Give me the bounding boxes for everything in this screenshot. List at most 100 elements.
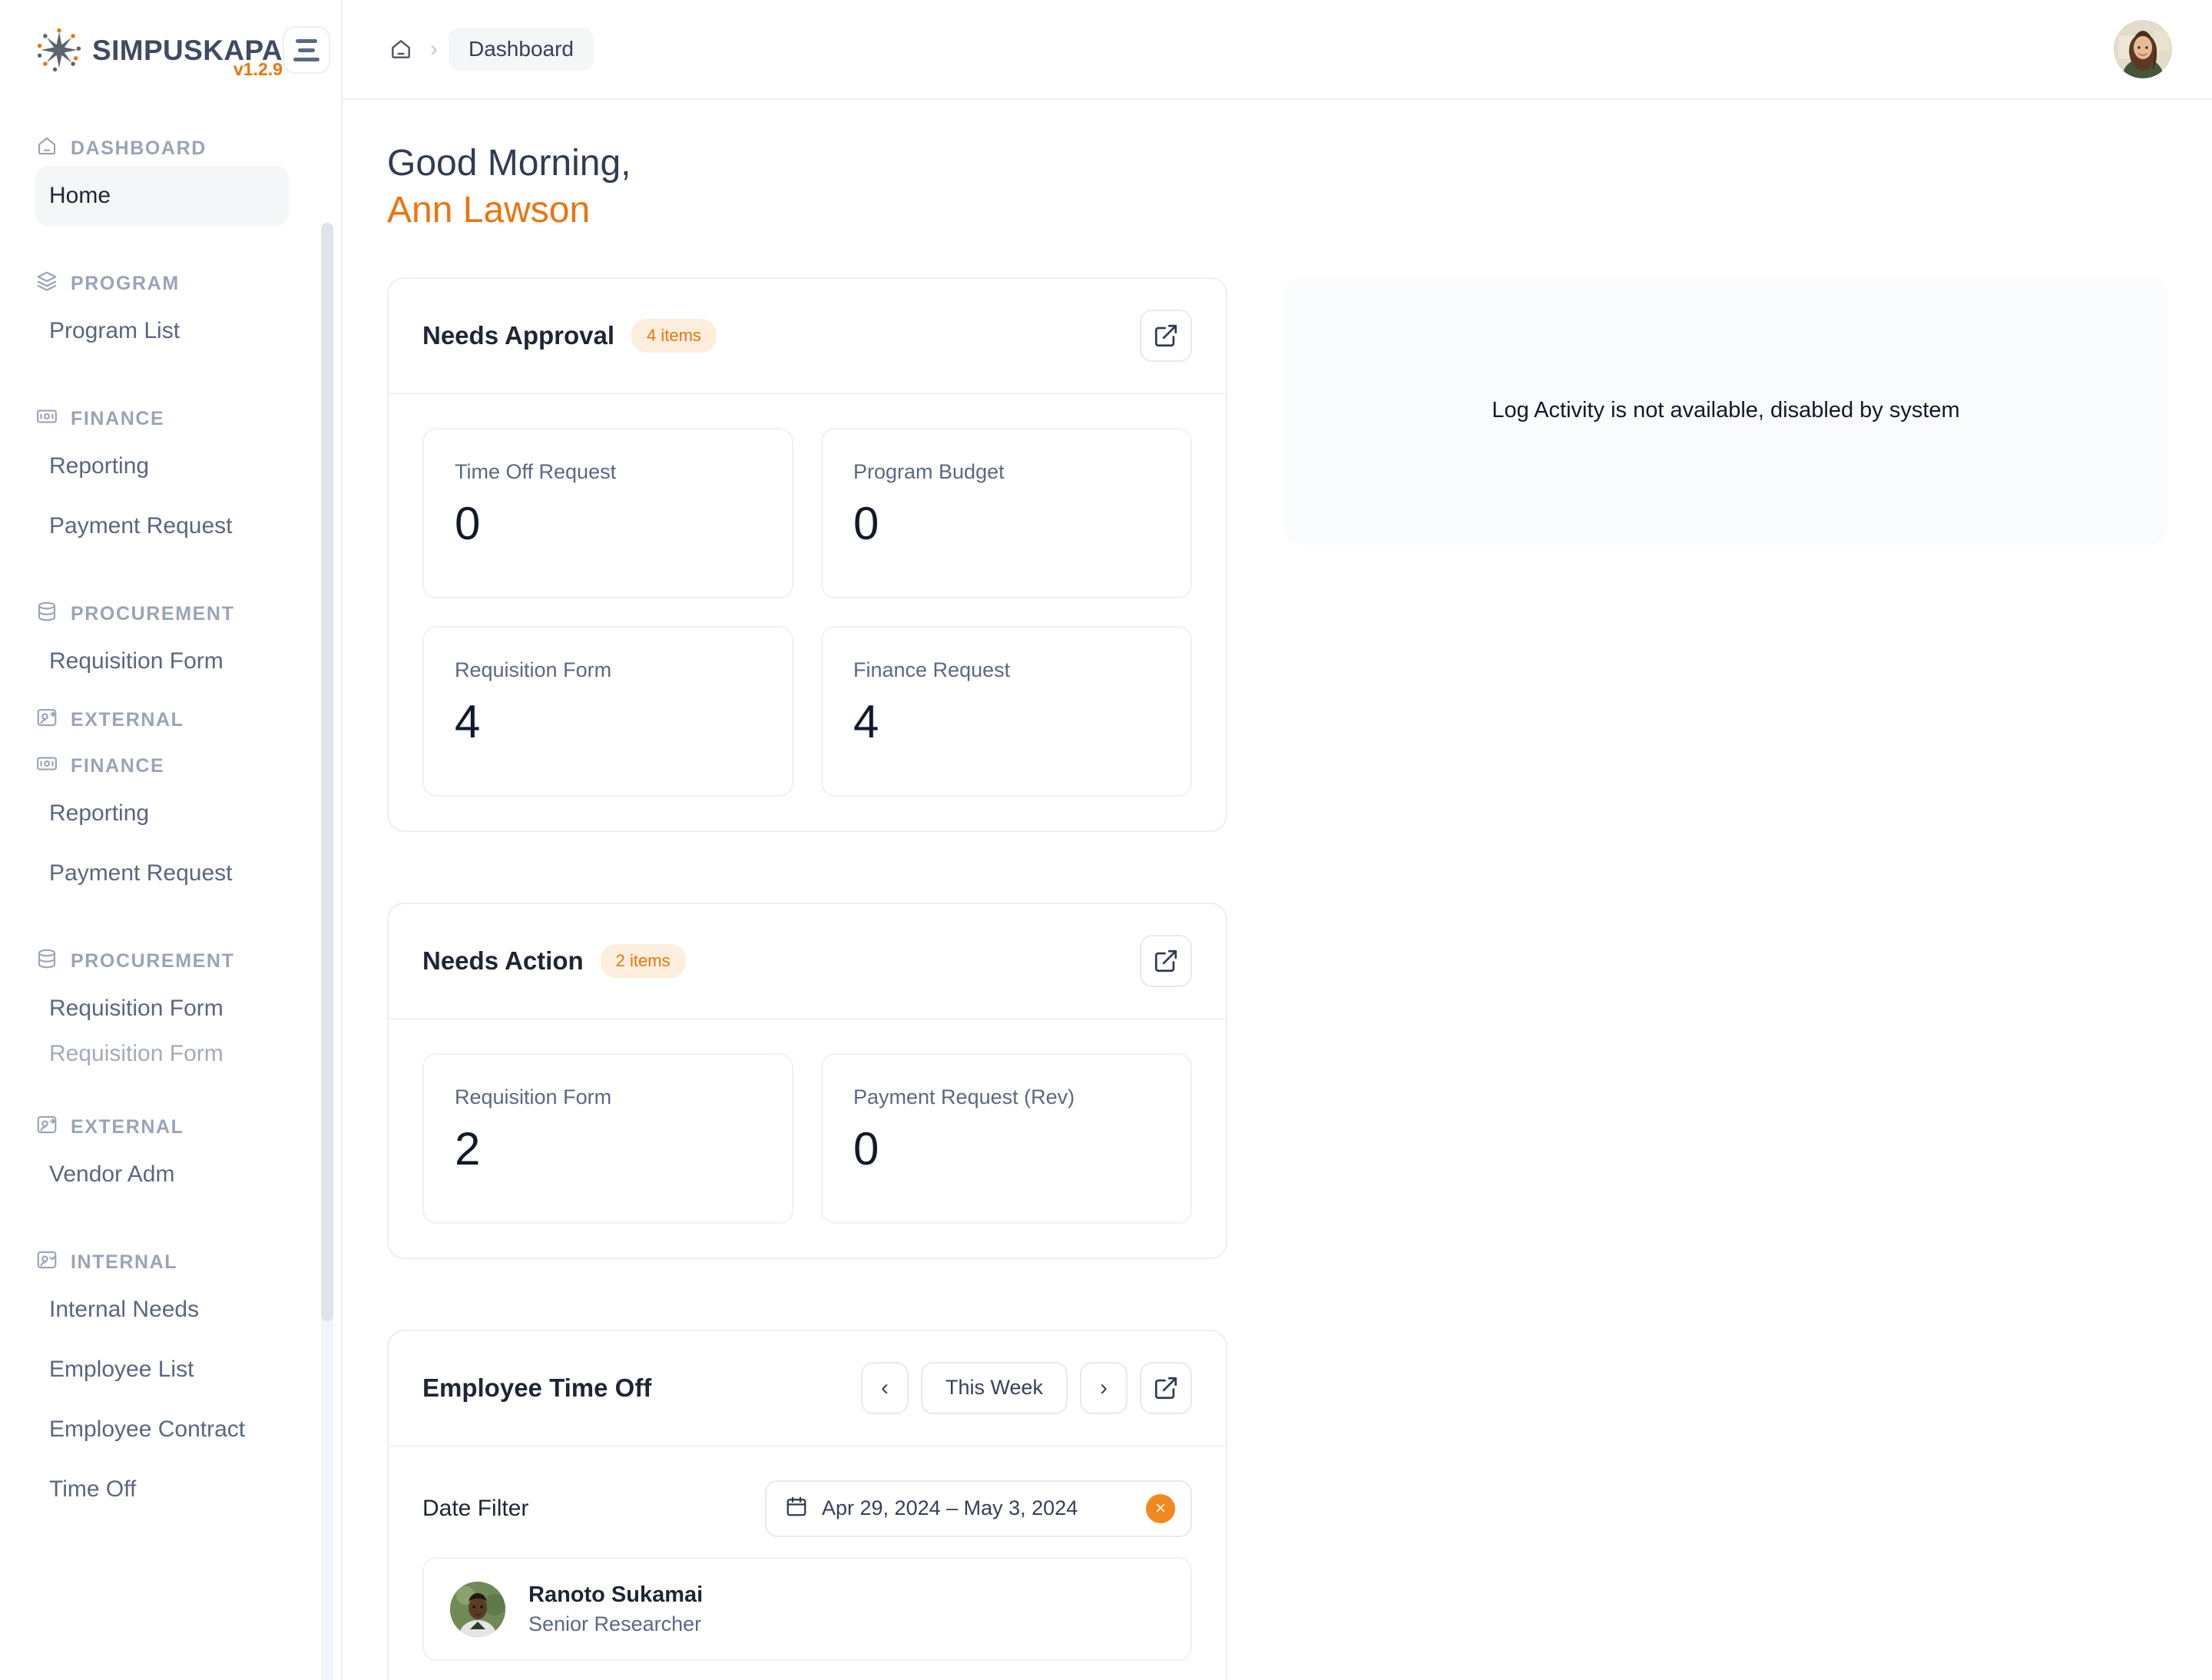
- card-actions: ‹ This Week ›: [860, 1361, 1192, 1414]
- sidebar-item-employee-contract-8-2[interactable]: Employee Contract: [35, 1400, 289, 1460]
- sidebar-toggle-button[interactable]: [282, 26, 330, 74]
- sidebar-item-payment-request-5-1[interactable]: Payment Request: [35, 843, 289, 903]
- sidebar-item-label: Requisition Form: [49, 648, 224, 674]
- nav-section-program-1: PROGRAM: [0, 266, 341, 301]
- sidebar-item-label: Vendor Adm: [49, 1161, 175, 1187]
- nav-section-procurement-6: PROCUREMENT: [0, 943, 341, 979]
- open-employee-time-off-button[interactable]: [1140, 1361, 1192, 1414]
- stat-tile[interactable]: Requisition Form 2: [422, 1052, 793, 1224]
- sidebar-item-label: Requisition Form: [49, 1041, 224, 1066]
- stat-tile-value: 0: [853, 497, 879, 549]
- layers-icon: [35, 270, 58, 298]
- nav-section-label: INTERNAL: [71, 1251, 178, 1273]
- stat-tile-label: Payment Request (Rev): [853, 1085, 1075, 1108]
- stat-tile-value: 4: [853, 695, 879, 747]
- user-export-icon: [35, 1113, 58, 1142]
- sidebar-item-requisition-form-6-1[interactable]: Requisition Form: [35, 1039, 289, 1069]
- topbar: › Dashboard: [343, 0, 2212, 100]
- sidebar-item-label: Payment Request: [49, 513, 233, 538]
- sidebar-item-label: Program List: [49, 318, 180, 343]
- stat-tile-value: 4: [455, 695, 481, 747]
- stat-tile[interactable]: Time Off Request 0: [422, 427, 793, 598]
- sidebar-nav: DASHBOARD Home PROGRAM Program List FINANCE R…: [0, 100, 341, 1680]
- nav-section-finance-5: FINANCE: [0, 748, 341, 784]
- stat-tile-value: 0: [853, 1122, 879, 1175]
- log-activity-message: Log Activity is not available, disabled …: [1492, 398, 1960, 423]
- sidebar-item-label: Employee List: [49, 1357, 194, 1382]
- dashboard-columns: Needs Approval 4 items Time Off Request …: [387, 277, 2167, 1680]
- employee-avatar-photo: [450, 1581, 505, 1637]
- sidebar-item-requisition-form-3-0[interactable]: Requisition Form: [35, 631, 289, 691]
- this-week-button[interactable]: This Week: [920, 1361, 1068, 1414]
- stat-tile-value: 0: [455, 497, 481, 549]
- sidebar-item-payment-request-2-1[interactable]: Payment Request: [35, 496, 289, 556]
- card-header: Employee Time Off ‹ This Week ›: [389, 1331, 1226, 1446]
- stat-tile-value: 2: [455, 1122, 481, 1175]
- stat-tile[interactable]: Payment Request (Rev) 0: [821, 1052, 1192, 1224]
- greeting-line-1: Good Morning,: [387, 143, 631, 184]
- nav-section-dashboard-0: DASHBOARD: [0, 131, 341, 166]
- sidebar-item-reporting-2-0[interactable]: Reporting: [35, 436, 289, 496]
- sidebar-item-reporting-5-0[interactable]: Reporting: [35, 784, 289, 843]
- employee-name: Ranoto Sukamai: [528, 1582, 704, 1607]
- needs-approval-card: Needs Approval 4 items Time Off Request …: [387, 277, 1227, 832]
- breadcrumb-separator: ›: [430, 36, 438, 61]
- stat-tile[interactable]: Requisition Form 4: [422, 625, 793, 797]
- previous-week-button[interactable]: ‹: [860, 1361, 909, 1414]
- nav-section-label: EXTERNAL: [71, 1115, 184, 1138]
- breadcrumb: › Dashboard: [382, 28, 594, 71]
- stat-tile-label: Finance Request: [853, 658, 1011, 681]
- sidebar-scrollbar-thumb[interactable]: [321, 223, 333, 1321]
- sidebar-item-internal-needs-8-0[interactable]: Internal Needs: [35, 1280, 289, 1340]
- sidebar-item-label: Employee Contract: [49, 1417, 246, 1442]
- hamburger-line: [297, 48, 315, 52]
- calendar-icon: [785, 1495, 808, 1522]
- left-column: Needs Approval 4 items Time Off Request …: [387, 277, 1227, 1680]
- stat-tile-label: Requisition Form: [455, 1085, 612, 1108]
- nav-section-label: DASHBOARD: [71, 137, 207, 159]
- sidebar-item-program-list-1-0[interactable]: Program List: [35, 301, 289, 361]
- sidebar-item-employee-list-8-1[interactable]: Employee List: [35, 1340, 289, 1400]
- nav-section-label: PROGRAM: [71, 272, 180, 294]
- stat-tile-label: Time Off Request: [455, 459, 617, 483]
- log-activity-panel: Log Activity is not available, disabled …: [1284, 277, 2167, 545]
- stat-tile[interactable]: Program Budget 0: [821, 427, 1192, 598]
- list-item[interactable]: Ranoto Sukamai Senior Researcher: [422, 1556, 1192, 1662]
- sidebar-item-label: Time Off: [49, 1476, 137, 1502]
- app-root: SIMPUSKAPA v1.2.9 DASHBOARD Home PROGRAM Pr…: [0, 0, 2212, 1680]
- home-icon: [35, 134, 58, 163]
- sidebar-item-time-off-8-3[interactable]: Time Off: [35, 1460, 289, 1519]
- stat-tile[interactable]: Finance Request 4: [821, 625, 1192, 797]
- sidebar: SIMPUSKAPA v1.2.9 DASHBOARD Home PROGRAM Pr…: [0, 0, 343, 1680]
- sidebar-item-label: Reporting: [49, 453, 150, 479]
- employee-list: Ranoto Sukamai Senior Researcher: [389, 1556, 1226, 1680]
- clear-date-filter-button[interactable]: ×: [1146, 1493, 1175, 1523]
- sidebar-item-requisition-form-6-0[interactable]: Requisition Form: [35, 979, 289, 1039]
- home-icon[interactable]: [382, 31, 419, 68]
- sidebar-item-label: Internal Needs: [49, 1297, 200, 1322]
- open-needs-action-button[interactable]: [1140, 934, 1192, 987]
- breadcrumb-item-dashboard[interactable]: Dashboard: [449, 28, 594, 71]
- stat-tile-grid: Requisition Form 2 Payment Request (Rev) 0: [389, 1019, 1226, 1258]
- sidebar-item-home-0-0[interactable]: Home: [35, 166, 289, 226]
- open-needs-approval-button[interactable]: [1140, 309, 1192, 362]
- nav-section-label: PROCUREMENT: [71, 602, 235, 625]
- sidebar-item-vendor-adm-7-0[interactable]: Vendor Adm: [35, 1145, 289, 1204]
- sidebar-scrollbar-track[interactable]: [321, 223, 333, 1680]
- stat-tile-grid: Time Off Request 0 Program Budget 0 Requisit…: [389, 394, 1226, 830]
- avatar[interactable]: [2114, 20, 2172, 78]
- user-export-icon: [35, 706, 58, 734]
- main-area: › Dashboard Good Morning, Ann Lawson Nee…: [343, 0, 2212, 1680]
- nav-section-label: FINANCE: [71, 407, 165, 429]
- date-filter-label: Date Filter: [422, 1495, 529, 1521]
- database-icon: [35, 600, 58, 628]
- next-week-button[interactable]: ›: [1080, 1361, 1128, 1414]
- greeting: Good Morning, Ann Lawson: [387, 140, 2167, 234]
- date-range-picker[interactable]: Apr 29, 2024 – May 3, 2024 ×: [765, 1480, 1192, 1537]
- employee-info: Ranoto Sukamai Senior Researcher: [528, 1580, 703, 1639]
